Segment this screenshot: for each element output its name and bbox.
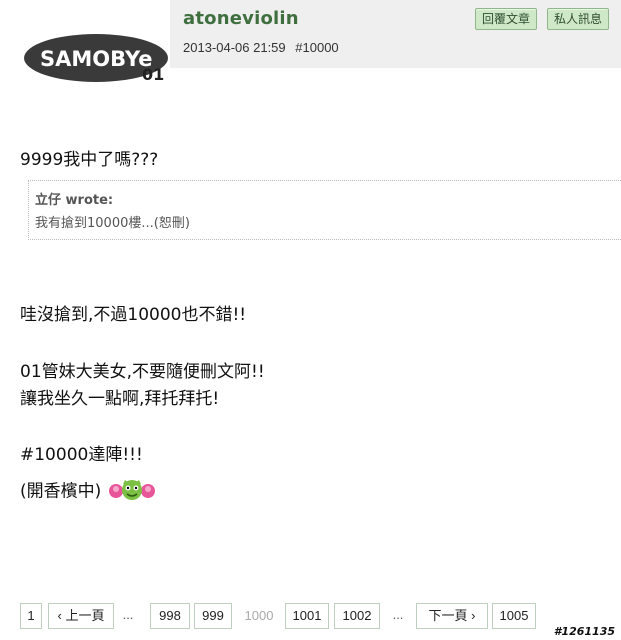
user-avatar[interactable]: SAMOBYe 01 [20, 0, 170, 135]
page-link-998[interactable]: 998 [150, 603, 190, 629]
quote-author: 立仔 wrote: [35, 193, 114, 208]
prev-page-link[interactable]: ‹ 上一頁 [48, 603, 114, 629]
pager-ellipsis: ... [117, 603, 139, 627]
pager-ellipsis: ... [386, 603, 410, 627]
avatar-logo-text: SAMOBYe [40, 47, 153, 71]
quote-text: 我有搶到10000樓...(恕刪) [35, 216, 190, 231]
post-paragraph-5-row: (開香檳中) [20, 476, 157, 507]
post-id-watermark: #1261135 [553, 625, 615, 638]
page-link-1005[interactable]: 1005 [492, 603, 536, 629]
post-paragraph-3: 讓我坐久一點啊,拜托拜托! [20, 389, 220, 409]
post-paragraph-4: #10000達陣!!! [20, 445, 143, 465]
post-paragraph-2: 01管妹大美女,不要隨便刪文阿!! [20, 362, 265, 382]
page-link-1002[interactable]: 1002 [334, 603, 380, 629]
current-page: 1000 [237, 603, 281, 629]
post-header: atoneviolin 2013-04-06 21:59 #10000 回覆文章… [170, 0, 621, 68]
quote-block: 立仔 wrote: 我有搶到10000樓...(恕刪) [28, 180, 621, 240]
avatar-logo-sub: 01 [142, 65, 164, 84]
page-link-1001[interactable]: 1001 [285, 603, 329, 629]
post-paragraph-1: 哇沒搶到,不過10000也不錯!! [20, 305, 247, 325]
post-paragraph-5: (開香檳中) [20, 481, 102, 502]
post-meta: 2013-04-06 21:59 #10000 [183, 40, 345, 55]
reply-button[interactable]: 回覆文章 [475, 8, 538, 30]
username-link[interactable]: atoneviolin [183, 8, 299, 29]
celebration-emoticon-icon [107, 476, 157, 507]
post-number[interactable]: #10000 [295, 40, 338, 55]
next-page-link[interactable]: 下一頁 › [416, 603, 488, 629]
page-link-999[interactable]: 999 [194, 603, 232, 629]
post-line-question: 9999我中了嗎??? [20, 150, 159, 170]
page-link-1[interactable]: 1 [20, 603, 42, 629]
private-message-button[interactable]: 私人訊息 [547, 8, 610, 30]
post-datetime: 2013-04-06 21:59 [183, 40, 286, 55]
